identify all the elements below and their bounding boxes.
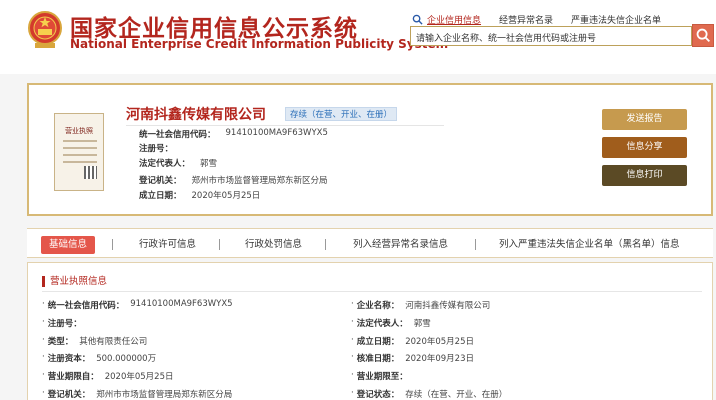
info-tab-bar: 基础信息 行政许可信息 行政处罚信息 列入经营异常名录信息 列入严重违法失信企业… [27, 228, 713, 258]
site-title-en: National Enterprise Credit Information P… [70, 37, 449, 51]
tab-divider [112, 239, 113, 250]
search-input[interactable]: 请输入企业名称、统一社会信用代码或注册号 [410, 26, 692, 46]
search-tab-enterprise-credit[interactable]: 企业信用信息 [412, 13, 481, 26]
row-label: 登记机关： [47, 390, 91, 400]
business-license-thumbnail[interactable]: 营业执照 [54, 113, 104, 191]
row-label: 统一社会信用代码： [139, 130, 216, 140]
detail-row: · 法定代表人： 郭雪 [351, 317, 431, 329]
divider [42, 291, 702, 292]
row-value: 91410100MA9F63WYX5 [130, 299, 233, 309]
section-title: 营业执照信息 [42, 276, 107, 287]
row-label: 企业名称： [356, 301, 400, 311]
share-info-button[interactable]: 信息分享 [602, 137, 687, 158]
tab-abnormal-operation[interactable]: 列入经营异常名录信息 [353, 236, 448, 254]
search-icon [412, 14, 423, 25]
detail-row: · 营业期限至： [351, 370, 408, 382]
tab-divider [219, 239, 220, 250]
qr-code-icon [84, 166, 97, 179]
search-icon [696, 28, 711, 43]
search-category-tabs: 企业信用信息 经营异常名录 严重违法失信企业名单 [412, 11, 679, 27]
row-value: 2020年05月25日 [405, 337, 474, 347]
license-title: 营业执照 [65, 127, 93, 135]
detail-row: · 登记机关： 郑州市市场监督管理局郑东新区分局 [42, 388, 233, 400]
detail-row: · 登记状态： 存续（在营、开业、在册） [351, 388, 508, 400]
search-tab-label: 经营异常名录 [499, 15, 554, 26]
row-label: 注册号： [47, 319, 82, 329]
tab-admin-license[interactable]: 行政许可信息 [139, 236, 196, 254]
row-label: 营业期限自： [47, 372, 99, 382]
send-report-button[interactable]: 发送报告 [602, 109, 687, 130]
search-tab-label: 企业信用信息 [427, 15, 482, 26]
row-value: 存续（在营、开业、在册） [405, 390, 508, 400]
tab-blacklist[interactable]: 列入严重违法失信企业名单（黑名单）信息 [499, 236, 680, 254]
detail-row: · 营业期限自： 2020年05月25日 [42, 370, 174, 382]
tab-divider [325, 239, 326, 250]
credit-code-row: 统一社会信用代码： 91410100MA9F63WYX5 [139, 128, 328, 140]
row-value: 2020年05月25日 [104, 372, 174, 382]
business-license-details: 营业执照信息 · 统一社会信用代码： 91410100MA9F63WYX5 · … [27, 262, 713, 400]
row-value: 郑州市市场监督管理局郑东新区分局 [96, 390, 233, 400]
print-info-button[interactable]: 信息打印 [602, 165, 687, 186]
row-value: 91410100MA9F63WYX5 [225, 128, 328, 138]
detail-row: · 统一社会信用代码： 91410100MA9F63WYX5 [42, 299, 233, 311]
detail-row: · 核准日期： 2020年09月23日 [351, 352, 474, 364]
row-label: 登记机关： [139, 176, 182, 186]
detail-row: · 注册资本： 500.000000万 [42, 352, 157, 364]
row-value: 郑州市市场监督管理局郑东新区分局 [191, 176, 328, 186]
row-label: 核准日期： [356, 354, 400, 364]
row-value: 其他有限责任公司 [79, 337, 148, 347]
row-value: 郭雪 [413, 319, 431, 329]
company-summary-card: 营业执照 河南抖鑫传媒有限公司 存续（在营、开业、在册） 统一社会信用代码： 9… [27, 83, 713, 216]
row-value: 2020年09月23日 [405, 354, 474, 364]
tab-basic-info[interactable]: 基础信息 [41, 236, 96, 254]
row-label: 类型： [47, 337, 74, 347]
national-emblem-icon [28, 11, 62, 48]
detail-row: · 企业名称： 河南抖鑫传媒有限公司 [351, 299, 491, 311]
reg-authority-row: 登记机关： 郑州市市场监督管理局郑东新区分局 [139, 174, 328, 186]
row-value: 500.000000万 [96, 354, 157, 364]
row-label: 成立日期： [356, 337, 400, 347]
row-value: 郭雪 [200, 159, 218, 169]
search-tab-abnormal-list[interactable]: 经营异常名录 [499, 13, 553, 26]
license-text-lines [63, 140, 97, 168]
row-label: 法定代表人： [356, 319, 408, 329]
search-tab-label: 严重违法失信企业名单 [571, 15, 662, 26]
tab-admin-penalty[interactable]: 行政处罚信息 [245, 236, 302, 254]
row-value: 河南抖鑫传媒有限公司 [405, 301, 491, 311]
row-label: 注册号： [139, 144, 174, 154]
row-value: 2020年05月25日 [191, 191, 261, 201]
row-label: 成立日期： [139, 191, 182, 201]
row-label: 营业期限至： [356, 372, 408, 382]
row-label: 法定代表人： [139, 159, 191, 169]
row-label: 统一社会信用代码： [47, 301, 125, 311]
row-label: 注册资本： [47, 354, 91, 364]
reg-number-row: 注册号： [139, 142, 183, 154]
search-button[interactable] [692, 24, 714, 47]
search-tab-blacklist[interactable]: 严重违法失信企业名单 [571, 13, 661, 26]
detail-row: · 类型： 其他有限责任公司 [42, 335, 148, 347]
established-date-row: 成立日期： 2020年05月25日 [139, 189, 260, 201]
legal-rep-row: 法定代表人： 郭雪 [139, 157, 217, 169]
site-header: 国家企业信用信息公示系统 National Enterprise Credit … [0, 0, 716, 74]
divider [126, 125, 444, 126]
detail-row: · 注册号： [42, 317, 82, 329]
row-label: 登记状态： [356, 390, 400, 400]
company-name: 河南抖鑫传媒有限公司 [126, 107, 266, 123]
detail-row: · 成立日期： 2020年05月25日 [351, 335, 474, 347]
status-badge: 存续（在营、开业、在册） [285, 107, 398, 121]
tab-divider [475, 239, 476, 250]
